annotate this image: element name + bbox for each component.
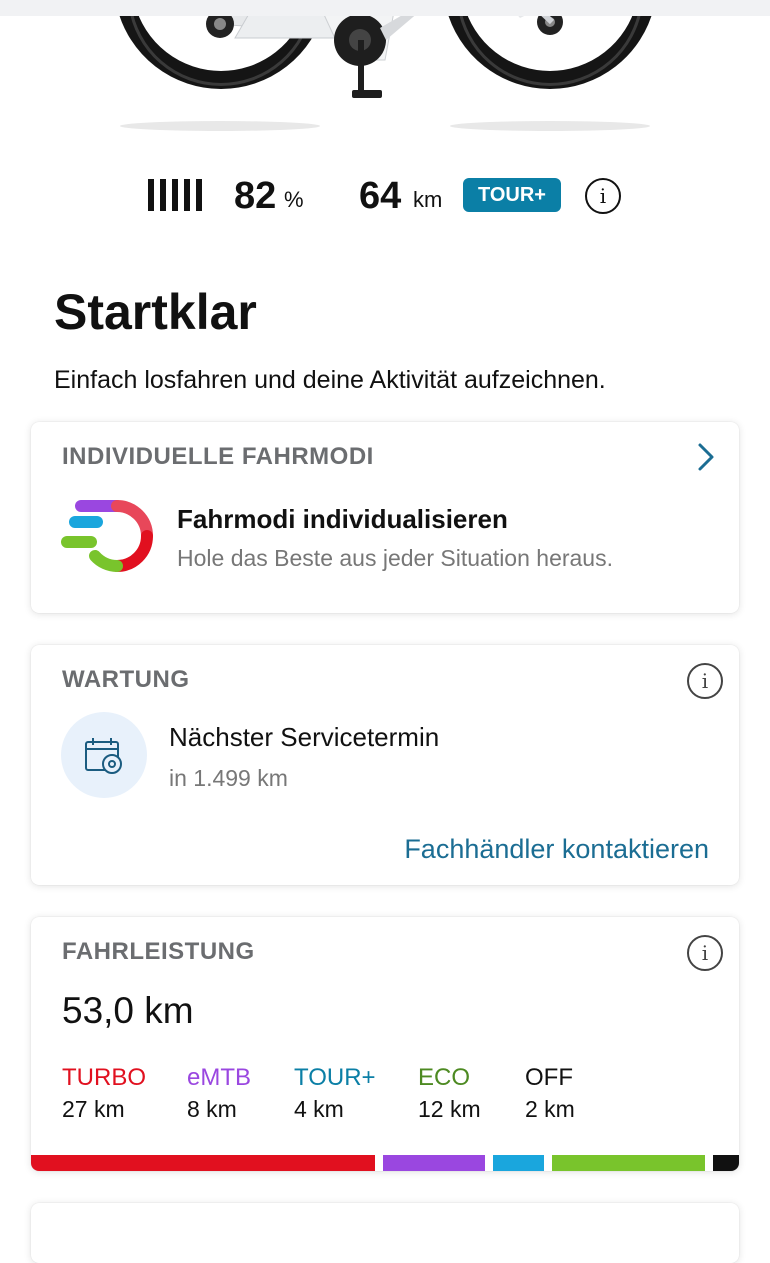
hero-background bbox=[0, 0, 770, 16]
contact-dealer-link[interactable]: Fachhändler kontaktieren bbox=[404, 832, 709, 866]
distribution-segment-tour-plus bbox=[493, 1155, 545, 1171]
mode-item-turbo: TURBO 27 km bbox=[62, 1063, 146, 1125]
riding-modes-card[interactable]: INDIVIDUELLE FAHRMODI Fahrmodi individua… bbox=[31, 422, 739, 613]
card-header: FAHRLEISTUNG bbox=[62, 938, 255, 965]
mode-distance: 4 km bbox=[294, 1096, 344, 1122]
mode-item-off: OFF 2 km bbox=[525, 1063, 575, 1125]
service-title: Nächster Servicetermin bbox=[169, 722, 440, 752]
distribution-segment-off bbox=[713, 1155, 739, 1171]
distribution-segment-emtb bbox=[383, 1155, 486, 1171]
range-unit: km bbox=[413, 187, 443, 212]
service-distance: in 1.499 km bbox=[169, 765, 288, 791]
maintenance-card: WARTUNG i Nächster Servicetermin in 1.49… bbox=[31, 645, 739, 885]
mode-distribution-bar bbox=[31, 1155, 739, 1171]
mode-distance: 12 km bbox=[418, 1096, 481, 1122]
chevron-right-icon[interactable] bbox=[695, 442, 717, 472]
info-icon[interactable]: i bbox=[585, 178, 621, 214]
distribution-segment-eco bbox=[552, 1155, 706, 1171]
range-value: 64 bbox=[359, 175, 402, 217]
mode-item-eco: ECO 12 km bbox=[418, 1063, 481, 1125]
mode-distance: 2 km bbox=[525, 1096, 575, 1122]
next-card bbox=[31, 1203, 739, 1263]
info-icon[interactable]: i bbox=[687, 663, 723, 699]
mode-name: TOUR+ bbox=[294, 1064, 376, 1091]
bike-status-row: 82 % 64 km TOUR+ i bbox=[0, 174, 770, 218]
bike-illustration bbox=[117, 3, 654, 131]
page-subtitle: Einfach losfahren und deine Aktivität au… bbox=[54, 366, 606, 394]
battery-icon bbox=[148, 179, 202, 211]
card-header: INDIVIDUELLE FAHRMODI bbox=[62, 443, 374, 470]
riding-modes-subtitle: Hole das Beste aus jeder Situation herau… bbox=[177, 545, 613, 571]
mode-name: eMTB bbox=[187, 1064, 252, 1091]
card-header: WARTUNG bbox=[62, 666, 190, 693]
mode-distance: 27 km bbox=[62, 1096, 125, 1122]
distribution-segment-turbo bbox=[31, 1155, 376, 1171]
assist-mode-badge: TOUR+ bbox=[463, 178, 561, 212]
riding-modes-logo-icon bbox=[61, 500, 153, 572]
service-calendar-icon bbox=[61, 712, 147, 798]
riding-modes-title: Fahrmodi individualisieren bbox=[177, 504, 508, 534]
mode-name: ECO bbox=[418, 1064, 471, 1091]
mode-item-tour-plus: TOUR+ 4 km bbox=[294, 1063, 376, 1125]
info-icon[interactable]: i bbox=[687, 935, 723, 971]
mode-name: TURBO bbox=[62, 1064, 146, 1091]
battery-percentage: 82 bbox=[234, 175, 277, 217]
page-title: Startklar bbox=[54, 284, 257, 340]
mode-distance: 8 km bbox=[187, 1096, 237, 1122]
bike-image bbox=[0, 0, 770, 150]
mode-item-emtb: eMTB 8 km bbox=[187, 1063, 251, 1125]
total-distance: 53,0 km bbox=[62, 990, 194, 1031]
mode-name: OFF bbox=[525, 1064, 573, 1091]
battery-unit: % bbox=[284, 187, 304, 212]
mode-distance-list: TURBO 27 km eMTB 8 km TOUR+ 4 km ECO 12 … bbox=[62, 1063, 722, 1133]
mileage-card: FAHRLEISTUNG i 53,0 km TURBO 27 km eMTB … bbox=[31, 917, 739, 1171]
